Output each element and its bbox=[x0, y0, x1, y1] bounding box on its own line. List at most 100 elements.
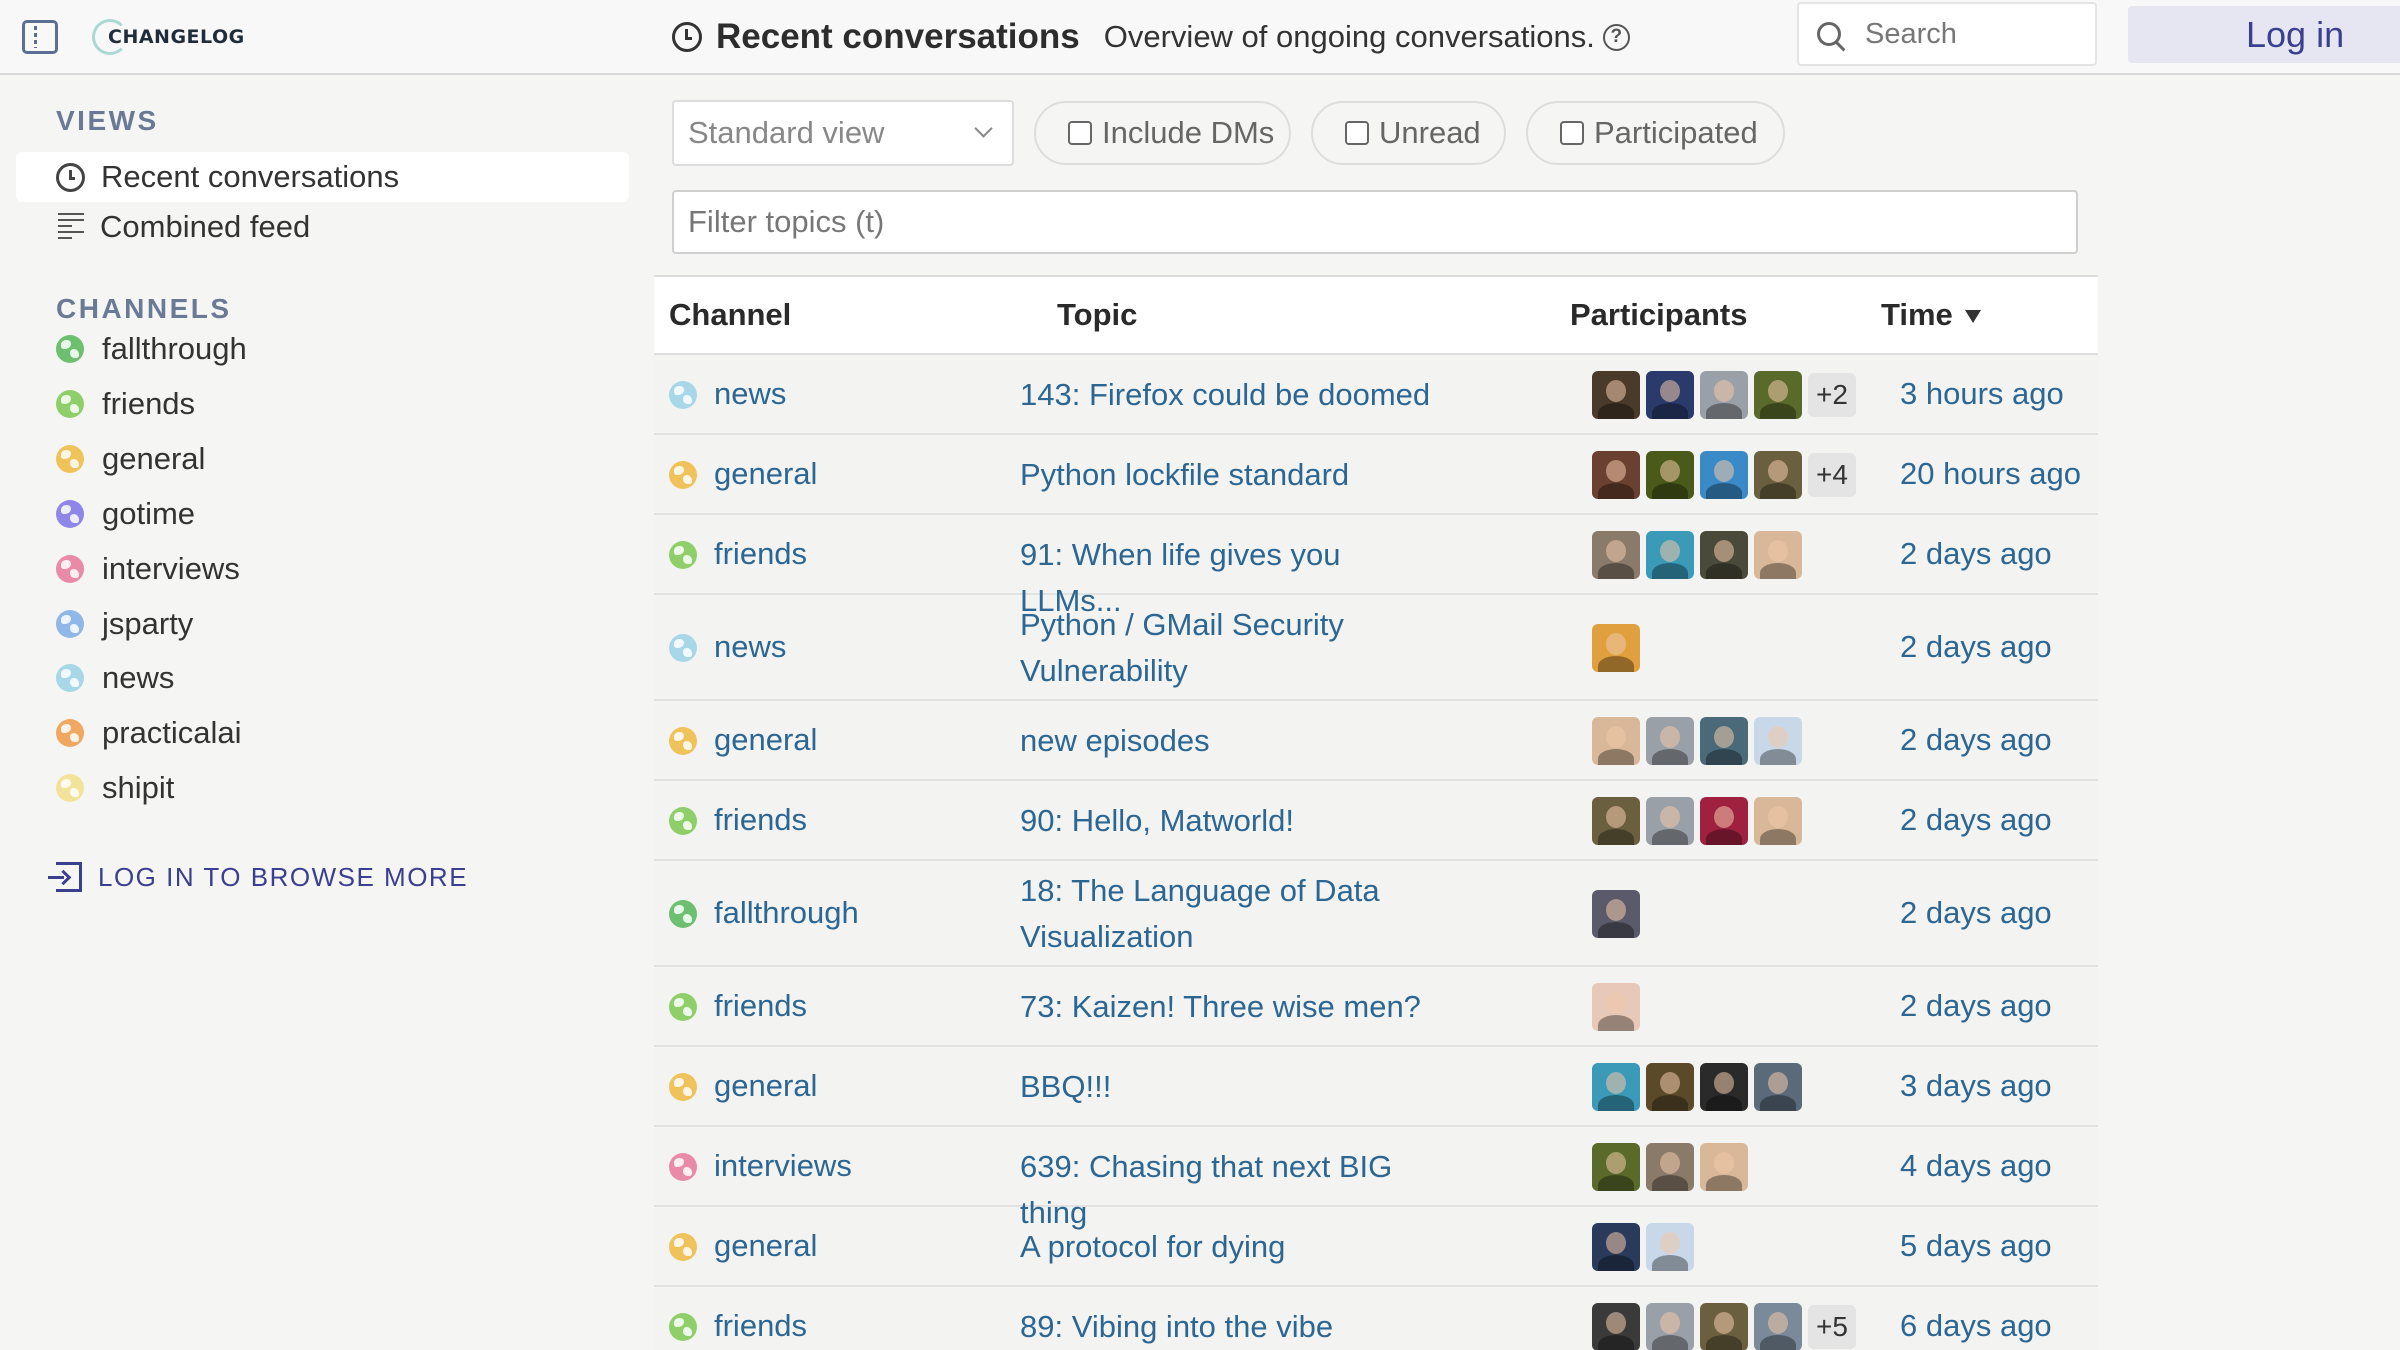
time-link[interactable]: 2 days ago bbox=[1900, 895, 2052, 931]
channel-link[interactable]: friends bbox=[714, 1308, 807, 1344]
login-button[interactable]: Log in bbox=[2128, 6, 2400, 63]
avatar[interactable] bbox=[1592, 983, 1640, 1031]
channel-link[interactable]: interviews bbox=[714, 1148, 852, 1184]
channel-link[interactable]: friends bbox=[714, 802, 807, 838]
avatar[interactable] bbox=[1592, 624, 1640, 672]
channel-link[interactable]: friends bbox=[714, 536, 807, 572]
time-link[interactable]: 6 days ago bbox=[1900, 1308, 2052, 1344]
unread-checkbox[interactable] bbox=[1345, 121, 1369, 145]
avatar[interactable] bbox=[1646, 371, 1694, 419]
table-row[interactable]: general A protocol for dying 5 days ago bbox=[654, 1207, 2098, 1287]
table-row[interactable]: general Python lockfile standard +4 20 hour… bbox=[654, 435, 2098, 515]
sidebar-item-channel[interactable]: general bbox=[56, 437, 205, 481]
topic-link[interactable]: Python / GMail Security Vulnerability bbox=[1020, 602, 1440, 694]
table-row[interactable]: general new episodes 2 days ago bbox=[654, 701, 2098, 781]
avatar[interactable] bbox=[1646, 1063, 1694, 1111]
view-select[interactable]: Standard view bbox=[672, 100, 1014, 166]
sidebar-item-channel[interactable]: fallthrough bbox=[56, 327, 247, 371]
avatar[interactable] bbox=[1592, 531, 1640, 579]
more-participants-badge[interactable]: +2 bbox=[1808, 373, 1856, 417]
time-link[interactable]: 20 hours ago bbox=[1900, 456, 2081, 492]
time-link[interactable]: 2 days ago bbox=[1900, 988, 2052, 1024]
avatar[interactable] bbox=[1592, 1143, 1640, 1191]
sidebar-item-channel[interactable]: shipit bbox=[56, 766, 174, 810]
participated-toggle[interactable]: Participated bbox=[1526, 101, 1785, 165]
sidebar-toggle-icon[interactable] bbox=[22, 20, 58, 54]
column-header-time[interactable]: Time bbox=[1881, 297, 1981, 333]
avatar[interactable] bbox=[1700, 797, 1748, 845]
table-row[interactable]: friends 90: Hello, Matworld! 2 days ago bbox=[654, 781, 2098, 861]
avatar[interactable] bbox=[1646, 797, 1694, 845]
avatar[interactable] bbox=[1700, 717, 1748, 765]
channel-link[interactable]: general bbox=[714, 1068, 817, 1104]
sidebar-item-channel[interactable]: gotime bbox=[56, 492, 195, 536]
time-link[interactable]: 5 days ago bbox=[1900, 1228, 2052, 1264]
channel-link[interactable]: news bbox=[714, 629, 786, 665]
channel-link[interactable]: general bbox=[714, 722, 817, 758]
time-link[interactable]: 2 days ago bbox=[1900, 802, 2052, 838]
topic-link[interactable]: 90: Hello, Matworld! bbox=[1020, 798, 1440, 844]
sidebar-item-channel[interactable]: friends bbox=[56, 382, 195, 426]
include-dms-checkbox[interactable] bbox=[1068, 121, 1092, 145]
table-row[interactable]: friends 73: Kaizen! Three wise men? 2 days… bbox=[654, 967, 2098, 1047]
channel-link[interactable]: news bbox=[714, 376, 786, 412]
avatar[interactable] bbox=[1592, 797, 1640, 845]
avatar[interactable] bbox=[1646, 1223, 1694, 1271]
avatar[interactable] bbox=[1592, 890, 1640, 938]
table-row[interactable]: news Python / GMail Security Vulnerabilit… bbox=[654, 595, 2098, 701]
sidebar-item-channel[interactable]: news bbox=[56, 656, 174, 700]
more-participants-badge[interactable]: +4 bbox=[1808, 453, 1856, 497]
include-dms-toggle[interactable]: Include DMs bbox=[1034, 101, 1291, 165]
avatar[interactable] bbox=[1700, 1143, 1748, 1191]
avatar[interactable] bbox=[1754, 1063, 1802, 1111]
unread-toggle[interactable]: Unread bbox=[1311, 101, 1506, 165]
avatar[interactable] bbox=[1754, 1303, 1802, 1350]
time-link[interactable]: 2 days ago bbox=[1900, 722, 2052, 758]
table-row[interactable]: general BBQ!!! 3 days ago bbox=[654, 1047, 2098, 1127]
changelog-logo[interactable]: CHANGELOG bbox=[92, 18, 245, 56]
avatar[interactable] bbox=[1592, 451, 1640, 499]
sidebar-item-recent-conversations[interactable]: Recent conversations bbox=[16, 152, 629, 202]
sidebar-item-channel[interactable]: interviews bbox=[56, 547, 240, 591]
topic-link[interactable]: 73: Kaizen! Three wise men? bbox=[1020, 984, 1440, 1030]
table-row[interactable]: interviews 639: Chasing that next BIG thi… bbox=[654, 1127, 2098, 1230]
topic-link[interactable]: 143: Firefox could be doomed bbox=[1020, 372, 1440, 418]
topic-link[interactable]: Python lockfile standard bbox=[1020, 452, 1440, 498]
avatar[interactable] bbox=[1592, 717, 1640, 765]
sidebar-item-channel[interactable]: jsparty bbox=[56, 602, 193, 646]
filter-topics-input[interactable] bbox=[672, 190, 2078, 254]
time-link[interactable]: 3 days ago bbox=[1900, 1068, 2052, 1104]
table-row[interactable]: friends 89: Vibing into the vibe +5 6 days … bbox=[654, 1287, 2098, 1350]
avatar[interactable] bbox=[1646, 717, 1694, 765]
login-to-browse-link[interactable]: LOG IN TO BROWSE MORE bbox=[48, 857, 468, 897]
avatar[interactable] bbox=[1700, 531, 1748, 579]
sidebar-item-channel[interactable]: practicalai bbox=[56, 711, 242, 755]
topic-link[interactable]: A protocol for dying bbox=[1020, 1224, 1440, 1270]
column-header-channel[interactable]: Channel bbox=[669, 297, 791, 333]
avatar[interactable] bbox=[1754, 531, 1802, 579]
channel-link[interactable]: friends bbox=[714, 988, 807, 1024]
table-row[interactable]: news 143: Firefox could be doomed +2 3 hour… bbox=[654, 355, 2098, 435]
avatar[interactable] bbox=[1754, 797, 1802, 845]
search-input[interactable] bbox=[1865, 17, 2065, 51]
time-link[interactable]: 2 days ago bbox=[1900, 629, 2052, 665]
time-link[interactable]: 3 hours ago bbox=[1900, 376, 2064, 412]
avatar[interactable] bbox=[1754, 451, 1802, 499]
topic-link[interactable]: BBQ!!! bbox=[1020, 1064, 1440, 1110]
avatar[interactable] bbox=[1754, 717, 1802, 765]
topic-link[interactable]: 18: The Language of Data Visualization bbox=[1020, 868, 1440, 960]
time-link[interactable]: 2 days ago bbox=[1900, 536, 2052, 572]
table-row[interactable]: fallthrough 18: The Language of Data Visu… bbox=[654, 861, 2098, 967]
channel-link[interactable]: fallthrough bbox=[714, 895, 859, 931]
topic-link[interactable]: new episodes bbox=[1020, 718, 1440, 764]
avatar[interactable] bbox=[1700, 1303, 1748, 1350]
avatar[interactable] bbox=[1592, 371, 1640, 419]
avatar[interactable] bbox=[1646, 1143, 1694, 1191]
channel-link[interactable]: general bbox=[714, 1228, 817, 1264]
channel-link[interactable]: general bbox=[714, 456, 817, 492]
avatar[interactable] bbox=[1646, 531, 1694, 579]
avatar[interactable] bbox=[1700, 451, 1748, 499]
avatar[interactable] bbox=[1700, 1063, 1748, 1111]
avatar[interactable] bbox=[1754, 371, 1802, 419]
avatar[interactable] bbox=[1646, 451, 1694, 499]
